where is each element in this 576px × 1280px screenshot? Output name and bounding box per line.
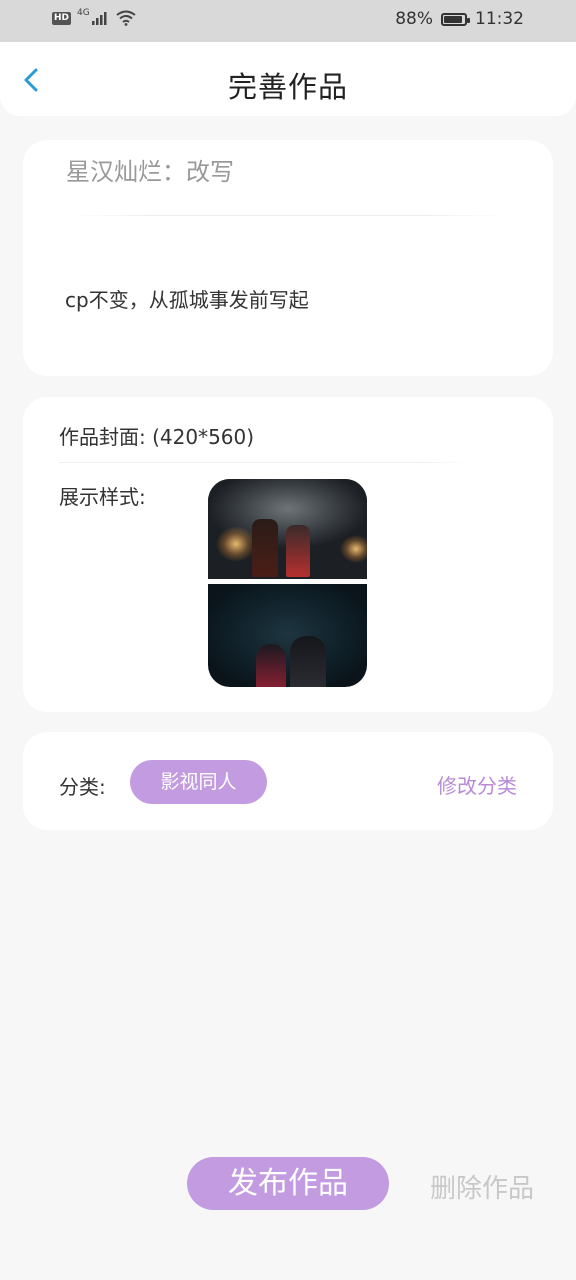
edit-category-link[interactable]: 修改分类 xyxy=(437,770,517,799)
publish-button[interactable]: 发布作品 xyxy=(187,1157,389,1210)
status-bar: HD 4G 88% 11:32 xyxy=(0,0,576,42)
cover-image[interactable] xyxy=(208,479,367,687)
category-tag: 影视同人 xyxy=(130,760,267,804)
work-info-card: 星汉灿烂：改写 cp不变，从孤城事发前写起 xyxy=(23,140,553,376)
network-type: 4G xyxy=(77,8,90,18)
category-label: 分类: xyxy=(59,775,106,799)
figure xyxy=(286,525,310,577)
category-card: 分类: 影视同人 修改分类 xyxy=(23,732,553,830)
figure xyxy=(252,519,278,577)
battery-percent: 88% xyxy=(395,9,433,29)
delete-button[interactable]: 删除作品 xyxy=(430,1168,534,1205)
status-right: 88% 11:32 xyxy=(395,9,524,29)
figure xyxy=(256,644,286,687)
figure xyxy=(290,636,326,687)
work-title-input[interactable]: 星汉灿烂：改写 xyxy=(66,152,234,187)
cover-image-bottom xyxy=(208,584,367,687)
display-style-label: 展示样式: xyxy=(59,485,146,509)
hd-icon: HD xyxy=(52,11,72,25)
clock: 11:32 xyxy=(475,9,524,29)
wifi-icon xyxy=(116,10,136,26)
cover-label: 作品封面: (420*560) xyxy=(59,425,255,449)
signal-icon xyxy=(91,12,107,25)
nav-bar: 完善作品 xyxy=(0,42,576,116)
battery-fill xyxy=(444,15,462,23)
work-description-input[interactable]: cp不变，从孤城事发前写起 xyxy=(65,284,309,313)
cover-card: 作品封面: (420*560) 展示样式: xyxy=(23,397,553,712)
cover-image-top xyxy=(208,479,367,579)
divider xyxy=(73,215,503,216)
battery-icon xyxy=(441,12,470,26)
page-title: 完善作品 xyxy=(227,70,348,104)
status-left: HD 4G xyxy=(52,8,136,26)
divider xyxy=(59,462,473,463)
